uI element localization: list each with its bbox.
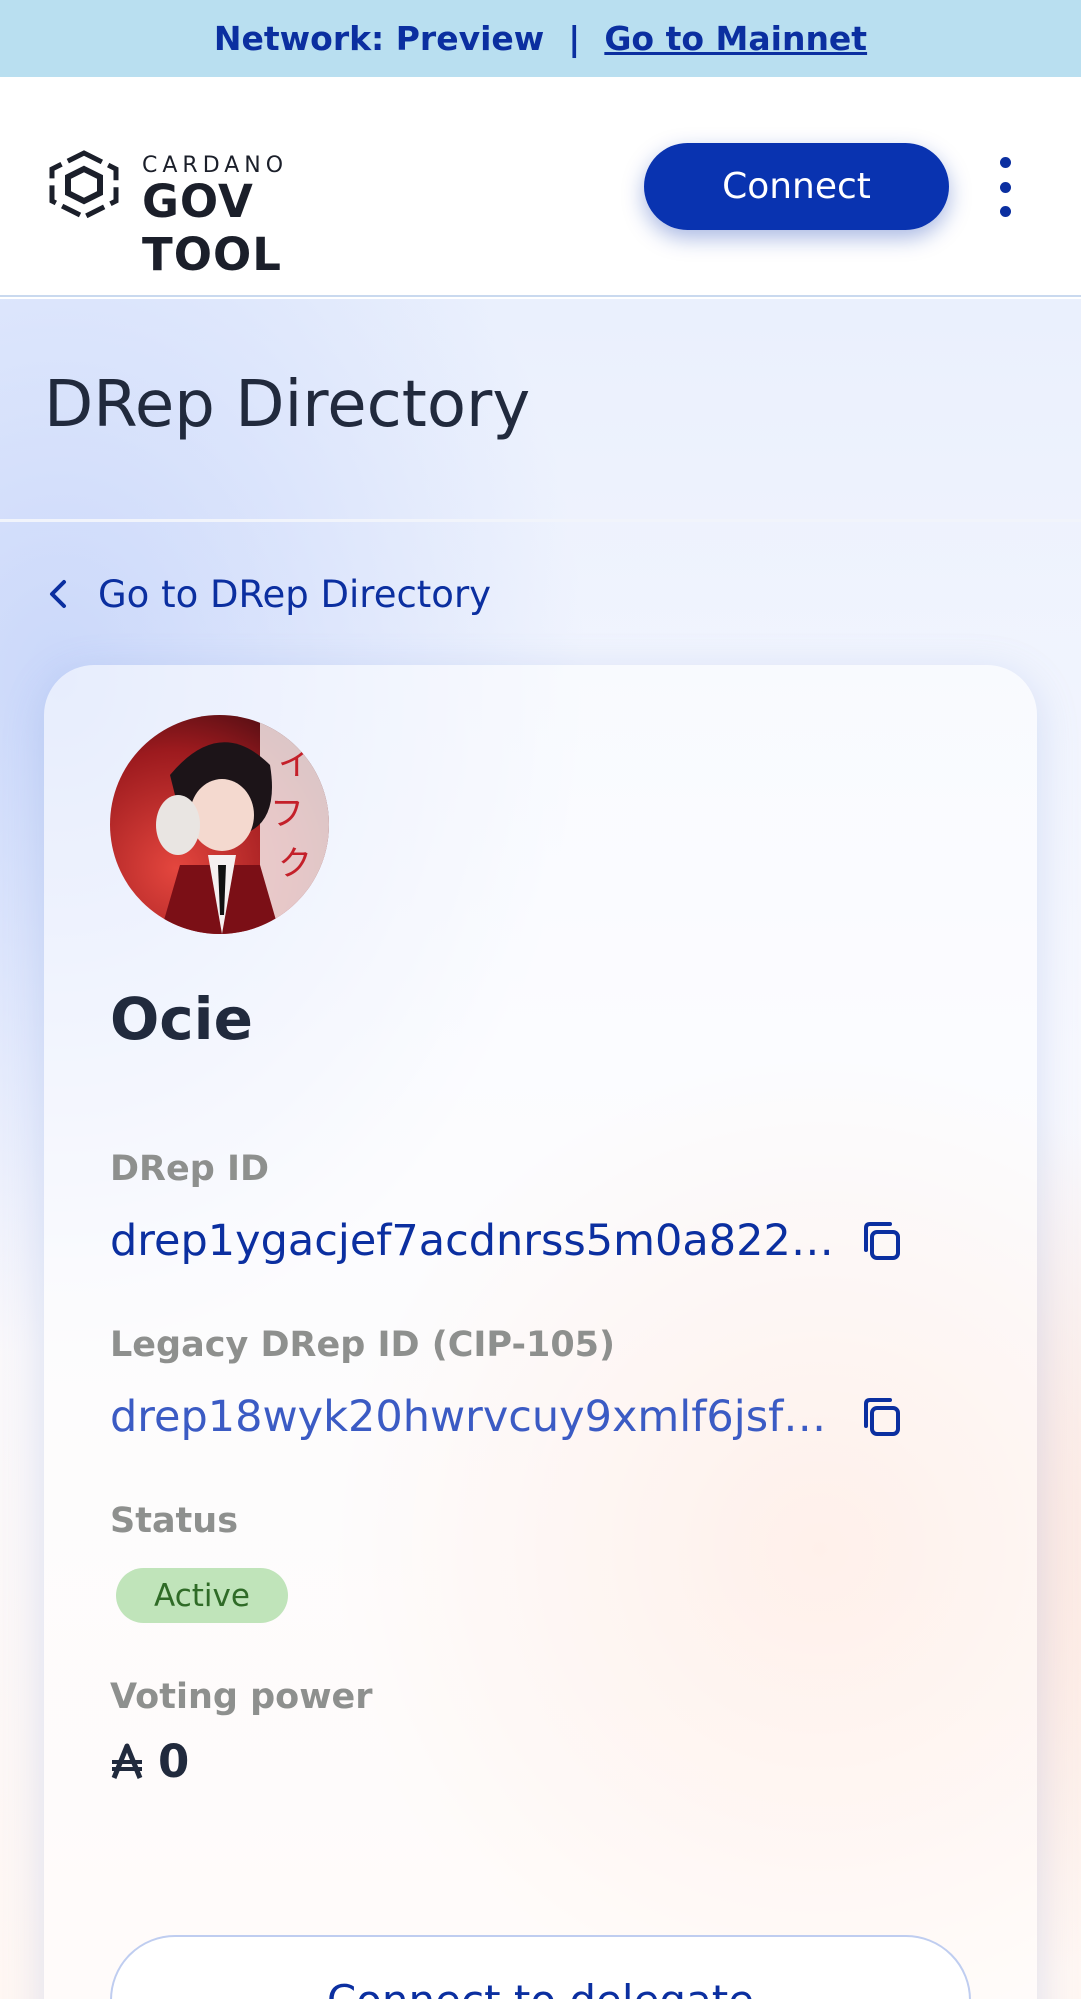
svg-text:ク: ク (278, 844, 312, 884)
chevron-left-icon (50, 580, 66, 608)
avatar-image: イ フ ク (110, 715, 329, 934)
svg-text:イ: イ (278, 744, 312, 784)
drep-details-card: イ フ ク Ocie DRep ID drep1ygacjef7acdnrss5… (44, 665, 1037, 1999)
network-label: Network: Preview (213, 19, 545, 58)
voting-power-value: 0 (110, 1735, 189, 1788)
network-banner: Network: Preview | Go to Mainnet (0, 0, 1081, 77)
drep-avatar: イ フ ク (110, 715, 329, 934)
svg-text:フ: フ (270, 794, 304, 834)
drep-id-label: DRep ID (110, 1149, 270, 1189)
go-to-mainnet-link[interactable]: Go to Mainnet (604, 19, 867, 58)
connect-button[interactable]: Connect (644, 143, 949, 230)
status-badge: Active (116, 1568, 288, 1623)
copy-icon[interactable] (854, 1390, 908, 1444)
back-to-directory-link[interactable]: Go to DRep Directory (44, 569, 491, 619)
voting-power-label: Voting power (110, 1677, 373, 1717)
voting-power-amount: 0 (158, 1735, 190, 1788)
back-link-label: Go to DRep Directory (98, 572, 492, 616)
logo-govtool-text: GOV TOOL (142, 175, 282, 281)
drep-id-value[interactable]: drep1ygacjef7acdnrss5m0a822… (110, 1216, 840, 1266)
main-content: DRep Directory Go to DRep Directory イ フ … (0, 299, 1081, 1999)
network-separator: | (568, 19, 581, 58)
legacy-drep-id-value[interactable]: drep18wyk20hwrvcuy9xmlf6jsfv… (110, 1392, 840, 1442)
top-navigation: CARDANO GOV TOOL Connect (0, 77, 1081, 297)
govtool-logo[interactable]: CARDANO GOV TOOL (44, 145, 404, 281)
drep-name: Ocie (110, 985, 253, 1053)
title-divider (0, 519, 1081, 522)
more-vertical-icon[interactable] (990, 157, 1020, 217)
drep-id-row: drep1ygacjef7acdnrss5m0a822… (110, 1211, 910, 1271)
legacy-drep-id-label: Legacy DRep ID (CIP-105) (110, 1325, 616, 1365)
ada-icon (111, 1743, 143, 1779)
page-title: DRep Directory (44, 368, 531, 442)
copy-icon[interactable] (854, 1214, 908, 1268)
menu-dot (999, 206, 1011, 217)
menu-dot (999, 181, 1011, 193)
status-label: Status (110, 1501, 239, 1541)
legacy-drep-id-row: drep18wyk20hwrvcuy9xmlf6jsfv… (110, 1387, 910, 1447)
menu-dot (999, 157, 1011, 168)
connect-to-delegate-button[interactable]: Connect to delegate (110, 1935, 971, 1999)
cardano-govtool-logo-icon (49, 150, 119, 220)
